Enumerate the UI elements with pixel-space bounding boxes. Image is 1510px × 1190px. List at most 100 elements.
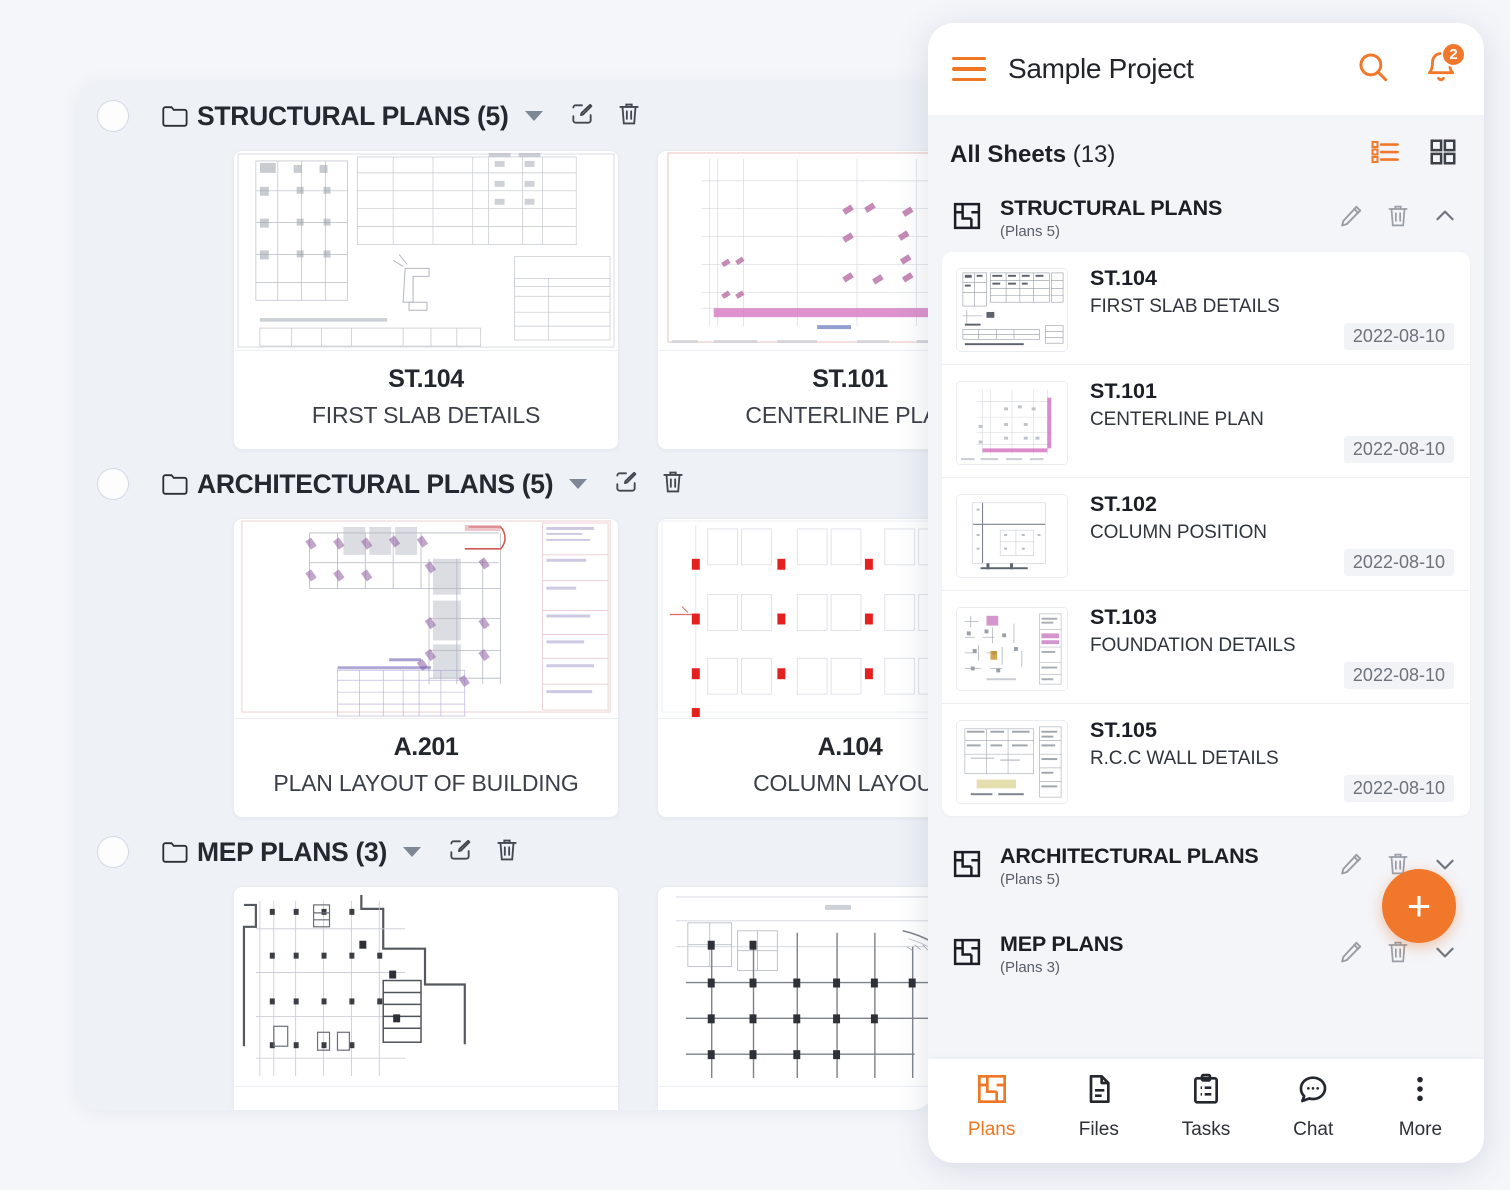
notification-button[interactable]: 2 (1424, 41, 1466, 89)
delete-icon[interactable] (495, 837, 519, 868)
sheet-group-text: ARCHITECTURAL PLANS (Plans 5) (1000, 844, 1316, 888)
delete-icon[interactable] (661, 469, 685, 500)
plus-icon: + (1406, 882, 1432, 929)
group-title: MEP PLANS (3) (197, 836, 387, 867)
list-item[interactable]: ST.102 COLUMN POSITION 2022-08-10 (942, 478, 1470, 591)
delete-icon[interactable] (1386, 203, 1410, 234)
plans-icon (952, 201, 982, 236)
search-icon[interactable] (1356, 50, 1390, 89)
sheets-scroll-area[interactable]: STRUCTURAL PLANS (Plans 5) ST.104 FIRST … (928, 184, 1484, 1059)
sheet-group-subtitle: (Plans 5) (1000, 871, 1061, 888)
plan-name: CENTERLINE PLAN (745, 402, 934, 428)
sheet-group-text: MEP PLANS (Plans 3) (1000, 932, 1316, 976)
plan-name: COLUMN LAYOUT (753, 770, 934, 796)
group-title: ARCHITECTURAL PLANS (5) (197, 468, 554, 499)
all-sheets-count: (13) (1072, 140, 1116, 168)
sheet-code: ST.105 (1090, 718, 1157, 742)
clipboard-icon (1190, 1073, 1222, 1110)
group-title: STRUCTURAL PLANS (5) (197, 100, 509, 131)
sheet-date: 2022-08-10 (1343, 549, 1454, 576)
sheet-group-title: ARCHITECTURAL PLANS (1000, 844, 1259, 868)
sheet-name: FOUNDATION DETAILS (1090, 635, 1296, 656)
sheet-item-body: ST.101 CENTERLINE PLAN 2022-08-10 (1090, 379, 1454, 463)
nav-item-chat[interactable]: Chat (1260, 1073, 1367, 1141)
plan-card[interactable] (233, 886, 619, 1110)
plan-name: FIRST SLAB DETAILS (311, 402, 541, 428)
edit-icon[interactable] (1338, 939, 1364, 970)
group-select-radio[interactable] (97, 836, 129, 868)
group-select-radio[interactable] (97, 468, 129, 500)
sheet-group-title: STRUCTURAL PLANS (1000, 196, 1223, 220)
plan-card[interactable]: A.104 COLUMN LAYOUT (657, 518, 934, 818)
delete-icon[interactable] (1386, 939, 1410, 970)
nav-label: Plans (967, 1119, 1016, 1140)
chevron-down-icon[interactable] (402, 847, 421, 857)
all-sheets-text: All Sheets (950, 140, 1067, 168)
desktop-cards-row: A.201 PLAN LAYOUT OF BUILDING A.104 COLU… (78, 518, 934, 818)
notification-badge: 2 (1441, 41, 1466, 67)
sheet-thumbnail (956, 268, 1068, 352)
list-item[interactable]: ST.103 FOUNDATION DETAILS 2022-08-10 (942, 591, 1470, 704)
app-title: Sample Project (1008, 53, 1194, 84)
nav-item-plans[interactable]: Plans (938, 1073, 1045, 1141)
app-bar: Sample Project 2 (928, 23, 1484, 115)
plan-thumbnail (658, 151, 934, 351)
plan-card[interactable]: A.201 PLAN LAYOUT OF BUILDING (233, 518, 619, 818)
edit-icon[interactable] (447, 837, 473, 868)
desktop-group-header[interactable]: ARCHITECTURAL PLANS (5) (78, 450, 934, 518)
add-sheet-fab[interactable]: + (1382, 869, 1456, 943)
sheet-group-subtitle: (Plans 3) (1000, 959, 1061, 976)
sheet-name: CENTERLINE PLAN (1090, 409, 1264, 430)
plan-card-meta: A.201 PLAN LAYOUT OF BUILDING (234, 719, 618, 817)
chevron-down-icon[interactable] (569, 479, 588, 489)
plan-card-meta: ST.104 FIRST SLAB DETAILS (234, 351, 618, 449)
desktop-groups-container: STRUCTURAL PLANS (5) ST.104 FIRST SLAB D… (78, 82, 934, 1110)
all-sheets-label: All Sheets (13) (950, 141, 1115, 169)
list-item[interactable]: ST.105 R.C.C WALL DETAILS 2022-08-10 (942, 704, 1470, 816)
sheet-code: ST.102 (1090, 492, 1157, 516)
sheets-subheader: All Sheets (13) (928, 115, 1484, 184)
chevron-down-icon[interactable] (1432, 939, 1458, 970)
chevron-down-icon[interactable] (524, 111, 543, 121)
chevron-up-icon[interactable] (1432, 203, 1458, 234)
sheet-code: ST.103 (1090, 605, 1157, 629)
sheet-item-body: ST.104 FIRST SLAB DETAILS 2022-08-10 (1090, 266, 1454, 350)
screen-root: STRUCTURAL PLANS (5) ST.104 FIRST SLAB D… (0, 0, 1510, 1190)
sheet-date: 2022-08-10 (1343, 436, 1454, 463)
edit-icon[interactable] (569, 101, 595, 132)
sheet-group-header-structural[interactable]: STRUCTURAL PLANS (Plans 5) (942, 184, 1470, 252)
nav-item-files[interactable]: Files (1045, 1073, 1152, 1141)
sheet-code: ST.104 (1090, 266, 1157, 290)
edit-icon[interactable] (1338, 851, 1364, 882)
folder-icon (162, 473, 188, 495)
list-view-icon[interactable] (1370, 137, 1400, 172)
list-item[interactable]: ST.104 FIRST SLAB DETAILS 2022-08-10 (942, 252, 1470, 365)
grid-view-icon[interactable] (1428, 137, 1458, 172)
delete-icon[interactable] (617, 101, 641, 132)
edit-icon[interactable] (1338, 203, 1364, 234)
desktop-group-structural: STRUCTURAL PLANS (5) ST.104 FIRST SLAB D… (78, 82, 934, 450)
nav-item-tasks[interactable]: Tasks (1152, 1073, 1259, 1141)
folder-icon (162, 841, 188, 863)
desktop-group-header[interactable]: STRUCTURAL PLANS (5) (78, 82, 934, 150)
sheet-thumbnail (956, 720, 1068, 804)
plan-thumbnail (234, 151, 618, 351)
edit-icon[interactable] (613, 469, 639, 500)
plan-card[interactable]: ST.104 FIRST SLAB DETAILS (233, 150, 619, 450)
plan-thumbnail (234, 887, 618, 1087)
plan-card[interactable]: ST.101 CENTERLINE PLAN (657, 150, 934, 450)
plan-card-meta (234, 1087, 618, 1110)
plan-thumbnail (658, 887, 934, 1087)
sheet-code: ST.101 (1090, 379, 1157, 403)
plan-card[interactable] (657, 886, 934, 1110)
group-select-radio[interactable] (97, 100, 129, 132)
sheet-name: COLUMN POSITION (1090, 522, 1267, 543)
nav-item-more[interactable]: More (1367, 1073, 1474, 1141)
plan-thumbnail (234, 519, 618, 719)
desktop-group-header[interactable]: MEP PLANS (3) (78, 818, 934, 886)
hamburger-menu-icon[interactable] (952, 57, 986, 81)
list-item[interactable]: ST.101 CENTERLINE PLAN 2022-08-10 (942, 365, 1470, 478)
sheet-date: 2022-08-10 (1343, 662, 1454, 689)
nav-label: More (1398, 1119, 1443, 1140)
mobile-app-panel: Sample Project 2 All Sheets (13) STRUCTU… (928, 23, 1484, 1163)
